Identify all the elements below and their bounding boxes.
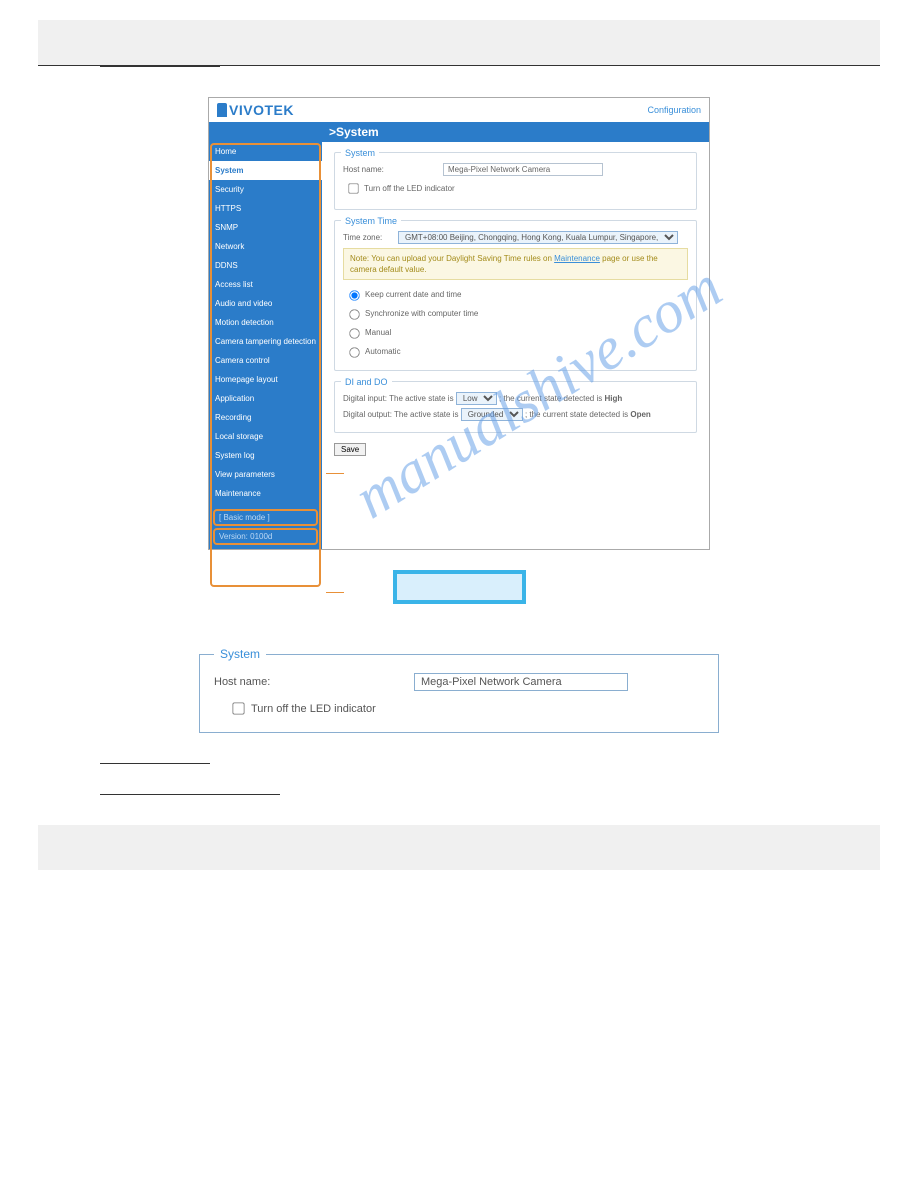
nav-mode-toggle[interactable]: [ Basic mode ] bbox=[213, 509, 318, 526]
do-text-a: Digital output: The active state is bbox=[343, 410, 458, 419]
detail-host-label: Host name: bbox=[214, 676, 414, 688]
nav-version: Version: 0100d bbox=[213, 528, 318, 545]
configuration-link[interactable]: Configuration bbox=[647, 105, 701, 115]
nav-camera-tampering[interactable]: Camera tampering detection bbox=[209, 332, 322, 351]
highlight-box bbox=[393, 570, 526, 604]
nav-access-list[interactable]: Access list bbox=[209, 275, 322, 294]
page-footer-bar bbox=[38, 825, 880, 870]
system-time-legend: System Time bbox=[341, 216, 401, 226]
radio-automatic[interactable] bbox=[349, 348, 359, 358]
nav-application[interactable]: Application bbox=[209, 389, 322, 408]
system-fieldset: System Host name: Turn off the LED indic… bbox=[334, 152, 697, 210]
page-title-bar: >System bbox=[209, 122, 709, 142]
nav-maintenance[interactable]: Maintenance bbox=[209, 484, 322, 503]
text-underline-2 bbox=[100, 794, 280, 795]
nav-recording[interactable]: Recording bbox=[209, 408, 322, 427]
radio-sync-computer[interactable] bbox=[349, 310, 359, 320]
do-select[interactable]: Grounded bbox=[461, 408, 523, 421]
brand-logo-icon bbox=[217, 103, 227, 117]
note-maintenance-link[interactable]: Maintenance bbox=[554, 254, 600, 263]
detail-host-input[interactable] bbox=[414, 673, 628, 691]
nav-ddns[interactable]: DDNS bbox=[209, 256, 322, 275]
main-panel: System Host name: Turn off the LED indic… bbox=[322, 142, 709, 549]
nav-home[interactable]: Home bbox=[209, 142, 322, 161]
do-text-b: ; the current state detected is bbox=[525, 410, 628, 419]
timezone-select[interactable]: GMT+08:00 Beijing, Chongqing, Hong Kong,… bbox=[398, 231, 678, 244]
detail-system-legend: System bbox=[214, 647, 266, 661]
radio-sync-computer-label: Synchronize with computer time bbox=[365, 309, 478, 318]
detail-led-label: Turn off the LED indicator bbox=[251, 703, 376, 715]
di-text-a: Digital input: The active state is bbox=[343, 394, 454, 403]
config-screenshot: manualshive.com VIVOTEK Configuration >S… bbox=[208, 97, 710, 550]
led-label: Turn off the LED indicator bbox=[364, 184, 455, 193]
nav-local-storage[interactable]: Local storage bbox=[209, 427, 322, 446]
nav-security[interactable]: Security bbox=[209, 180, 322, 199]
detail-led-checkbox[interactable] bbox=[232, 702, 244, 714]
radio-automatic-label: Automatic bbox=[365, 347, 401, 356]
nav-motion-detection[interactable]: Motion detection bbox=[209, 313, 322, 332]
radio-manual-label: Manual bbox=[365, 328, 391, 337]
nav-camera-control[interactable]: Camera control bbox=[209, 351, 322, 370]
radio-manual[interactable] bbox=[349, 329, 359, 339]
system-time-fieldset: System Time Time zone: GMT+08:00 Beijing… bbox=[334, 220, 697, 371]
brand-logo: VIVOTEK bbox=[229, 102, 294, 118]
nav-system-log[interactable]: System log bbox=[209, 446, 322, 465]
di-select[interactable]: Low bbox=[456, 392, 497, 405]
dst-note: Note: You can upload your Daylight Savin… bbox=[343, 248, 688, 280]
host-name-input[interactable] bbox=[443, 163, 603, 176]
nav-view-parameters[interactable]: View parameters bbox=[209, 465, 322, 484]
section-underline bbox=[100, 66, 220, 67]
system-legend: System bbox=[341, 148, 379, 158]
radio-keep-current[interactable] bbox=[349, 291, 359, 301]
led-checkbox[interactable] bbox=[348, 183, 358, 193]
do-state: Open bbox=[630, 410, 650, 419]
callout-line-2 bbox=[326, 592, 344, 593]
nav-system[interactable]: System bbox=[209, 161, 322, 180]
di-state: High bbox=[604, 394, 622, 403]
text-underline-1 bbox=[100, 763, 210, 764]
note-text-a: Note: You can upload your Daylight Savin… bbox=[350, 254, 554, 263]
nav-network[interactable]: Network bbox=[209, 237, 322, 256]
host-name-label: Host name: bbox=[343, 165, 443, 174]
timezone-label: Time zone: bbox=[343, 233, 398, 242]
dido-fieldset: DI and DO Digital input: The active stat… bbox=[334, 381, 697, 433]
save-button[interactable]: Save bbox=[334, 443, 366, 456]
di-text-b: ; the current state detected is bbox=[499, 394, 602, 403]
nav-snmp[interactable]: SNMP bbox=[209, 218, 322, 237]
detail-system-fieldset: System Host name: Turn off the LED indic… bbox=[199, 654, 719, 733]
radio-keep-current-label: Keep current date and time bbox=[365, 290, 462, 299]
sidebar-nav: Home System Security HTTPS SNMP Network … bbox=[209, 142, 322, 549]
dido-legend: DI and DO bbox=[341, 377, 392, 387]
nav-homepage-layout[interactable]: Homepage layout bbox=[209, 370, 322, 389]
nav-https[interactable]: HTTPS bbox=[209, 199, 322, 218]
logo-row: VIVOTEK Configuration bbox=[209, 98, 709, 122]
page-header-bar bbox=[38, 20, 880, 66]
nav-audio-video[interactable]: Audio and video bbox=[209, 294, 322, 313]
